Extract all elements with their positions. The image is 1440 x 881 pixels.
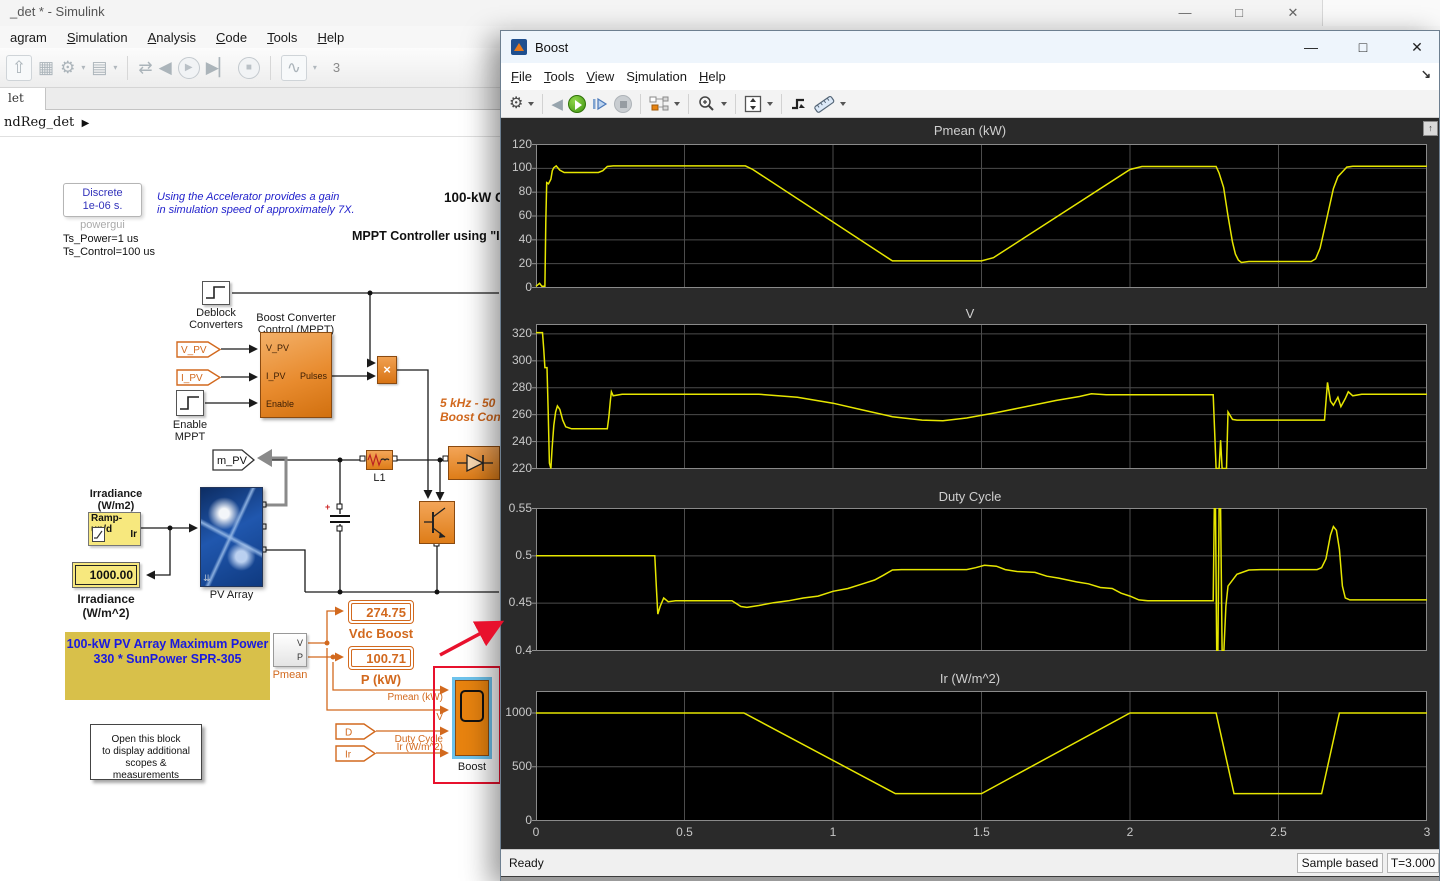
scope-window-title: Boost — [535, 40, 568, 55]
toolbar-separator — [688, 94, 689, 114]
chevron-down-icon[interactable] — [721, 102, 727, 106]
y-tick-label: 40 — [501, 232, 532, 246]
x-tick-label: 2 — [1113, 825, 1147, 839]
toolbar-separator — [542, 94, 543, 114]
scope-close-button[interactable]: ✕ — [1397, 33, 1437, 61]
toolbar-separator — [735, 94, 736, 114]
svg-text:+: + — [325, 502, 330, 512]
scope-settings-icon[interactable]: ⚙ — [509, 94, 523, 114]
x-tick-label: 0 — [519, 825, 553, 839]
scope-window-bottom-frame — [501, 876, 1439, 881]
scope-maximize-button[interactable]: □ — [1343, 33, 1383, 61]
y-tick-label: 300 — [501, 353, 532, 367]
y-tick-label: 20 — [501, 256, 532, 270]
chart-title: Duty Cycle — [501, 489, 1439, 504]
screen: _det * - Simulink — □ ✕ agramSimulationA… — [0, 0, 1440, 881]
chevron-down-icon[interactable] — [767, 102, 773, 106]
scope-chart-area[interactable]: ↑ Pmean (kW)020406080100120V220240260280… — [501, 118, 1439, 849]
zoom-icon[interactable] — [697, 95, 716, 113]
y-tick-label: 0.45 — [501, 595, 532, 609]
scope-statusbar: Ready Sample based T=3.000 — [501, 849, 1439, 876]
y-tick-label: 0 — [501, 280, 532, 294]
menubar-overflow-icon[interactable]: ↘ — [1421, 67, 1431, 81]
scope-toolbar: ⚙ ◀ — [501, 90, 1439, 118]
status-ready: Ready — [509, 856, 544, 870]
y-tick-label: 220 — [501, 461, 532, 475]
scope-app-icon — [511, 39, 527, 55]
scope-step-back-icon[interactable]: ◀ — [551, 95, 563, 113]
scope-window: Boost — □ ✕ FileToolsViewSimulationHelp … — [500, 30, 1440, 881]
red-annotation-arrow — [430, 610, 520, 670]
x-tick-label: 3 — [1410, 825, 1440, 839]
signal-selector-icon[interactable] — [649, 95, 669, 112]
chevron-down-icon[interactable] — [674, 102, 680, 106]
chart-plot[interactable] — [530, 144, 1429, 288]
y-tick-label: 0.5 — [501, 548, 532, 562]
menu-help[interactable]: Help — [693, 67, 732, 86]
chart-title: Ir (W/m^2) — [501, 671, 1439, 686]
y-tick-label: 500 — [501, 759, 532, 773]
chart-plot[interactable] — [530, 508, 1429, 651]
y-tick-label: 1000 — [501, 705, 532, 719]
status-sample-based: Sample based — [1297, 853, 1383, 873]
menu-simulation[interactable]: Simulation — [620, 67, 693, 86]
measurements-ruler-icon[interactable] — [813, 95, 835, 113]
scope-step-forward-icon[interactable] — [591, 96, 609, 112]
chart-plot[interactable] — [530, 324, 1429, 469]
y-tick-label: 60 — [501, 208, 532, 222]
chevron-down-icon[interactable] — [528, 102, 534, 106]
menu-file[interactable]: File — [505, 67, 538, 86]
chart-plot[interactable] — [530, 691, 1429, 821]
scope-stop-icon[interactable] — [614, 95, 632, 113]
y-tick-label: 120 — [501, 137, 532, 151]
x-tick-label: 2.5 — [1262, 825, 1296, 839]
y-tick-label: 0.55 — [501, 501, 532, 515]
y-tick-label: 320 — [501, 326, 532, 340]
x-tick-label: 1 — [816, 825, 850, 839]
y-tick-label: 80 — [501, 184, 532, 198]
toolbar-separator — [640, 94, 641, 114]
status-time: T=3.000 — [1387, 853, 1439, 873]
y-tick-label: 260 — [501, 407, 532, 421]
y-tick-label: 100 — [501, 160, 532, 174]
menu-tools[interactable]: Tools — [538, 67, 580, 86]
y-tick-label: 280 — [501, 380, 532, 394]
scope-menubar: FileToolsViewSimulationHelp — [501, 63, 1439, 90]
toolbar-separator — [781, 94, 782, 114]
chart-title: V — [501, 306, 1439, 321]
fit-to-view-icon[interactable] — [744, 95, 762, 113]
y-tick-label: 240 — [501, 434, 532, 448]
chart-title: Pmean (kW) — [501, 123, 1439, 138]
scope-run-icon[interactable] — [568, 95, 586, 113]
scope-minimize-button[interactable]: — — [1291, 33, 1331, 61]
menu-view[interactable]: View — [580, 67, 620, 86]
x-tick-label: 1.5 — [965, 825, 999, 839]
x-tick-label: 0.5 — [668, 825, 702, 839]
trigger-icon[interactable] — [790, 95, 808, 113]
chevron-down-icon[interactable] — [840, 102, 846, 106]
